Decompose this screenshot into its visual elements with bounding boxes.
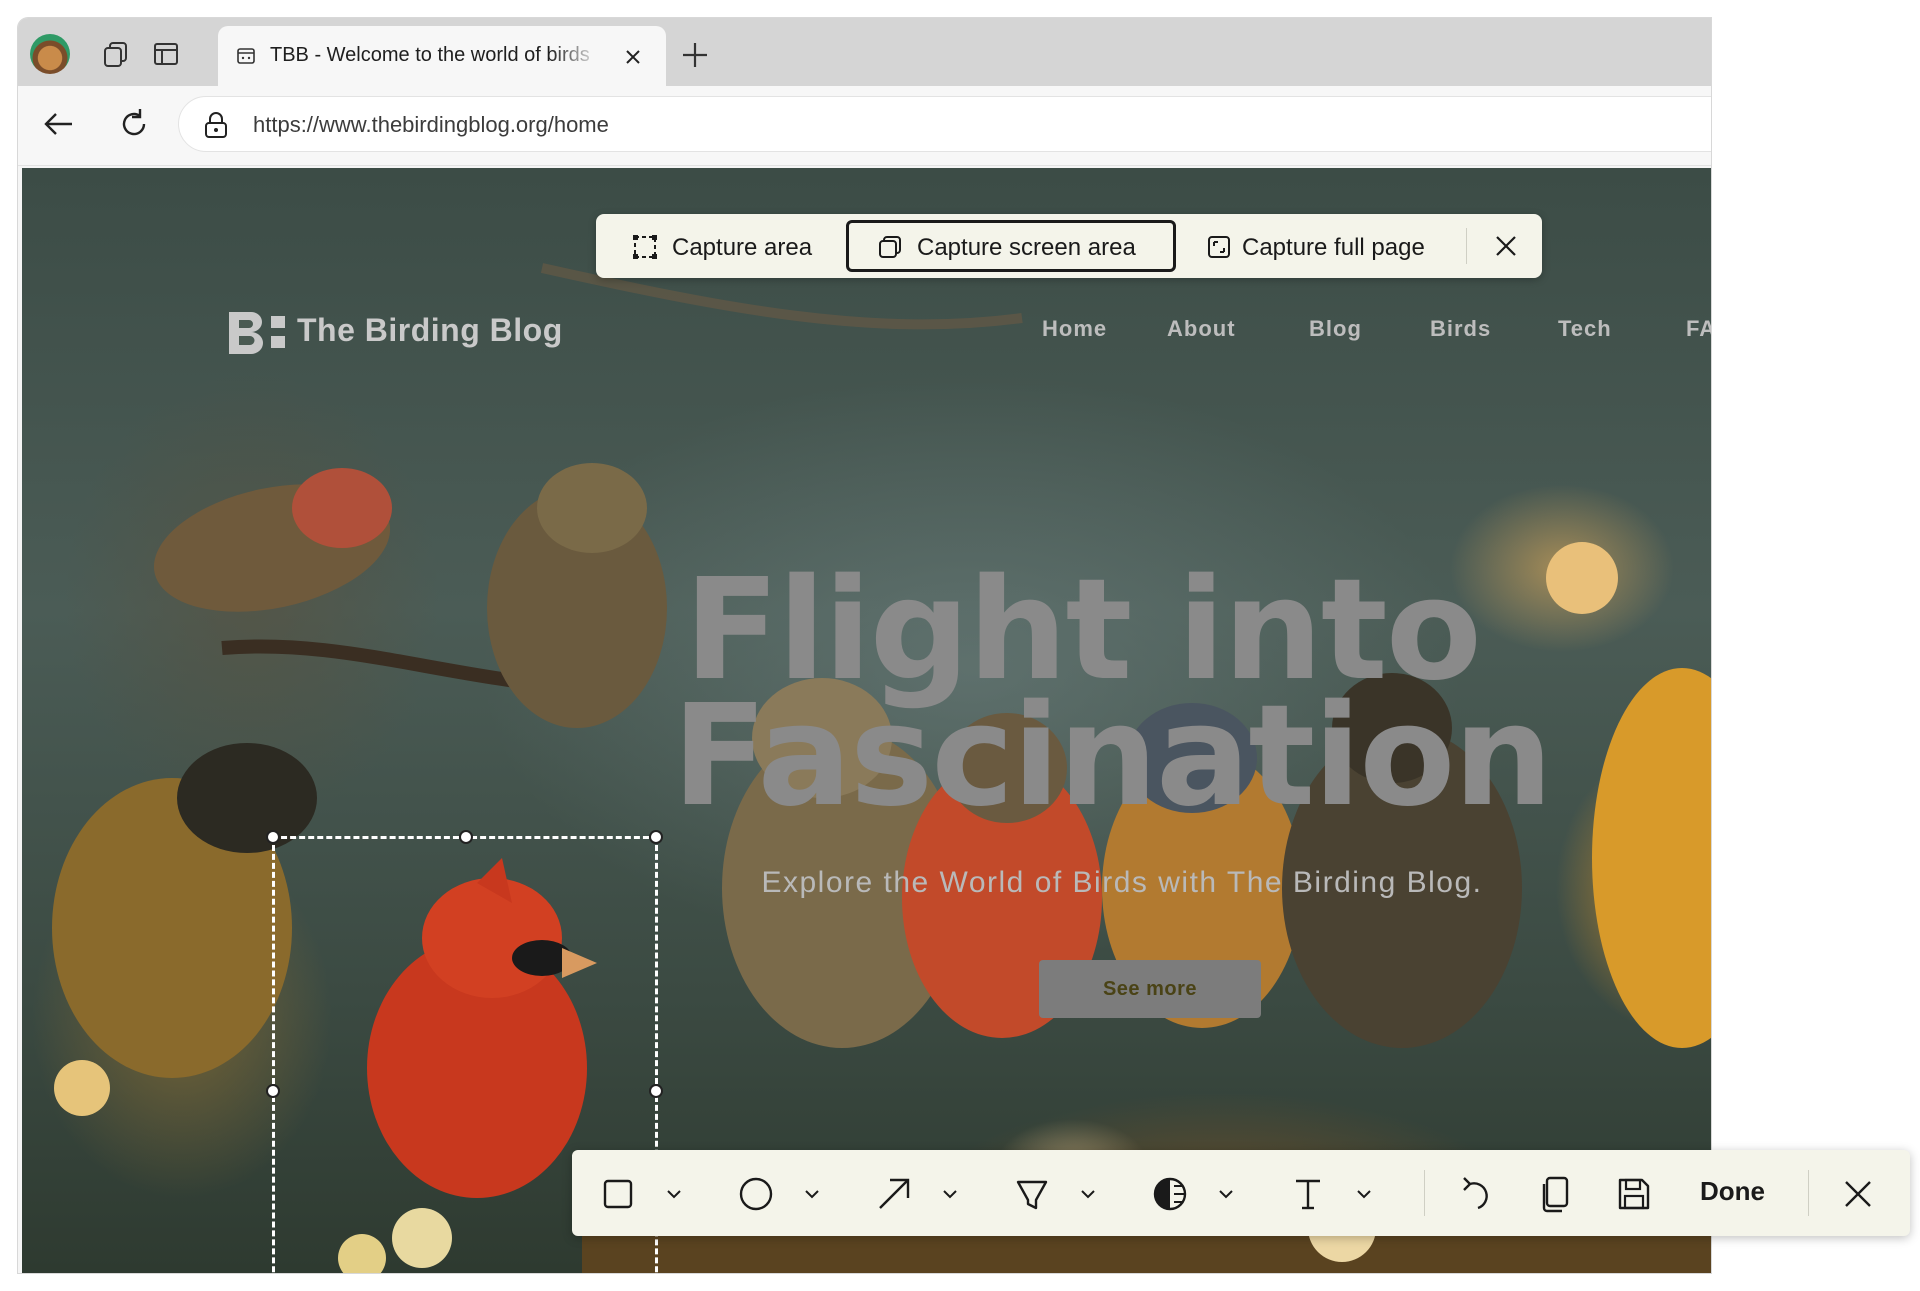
chevron-down-icon[interactable]	[1216, 1184, 1236, 1204]
tab-active[interactable]: TBB - Welcome to the world of birds	[218, 26, 666, 86]
save-icon[interactable]	[1612, 1172, 1656, 1216]
ellipse-icon[interactable]	[734, 1172, 778, 1216]
annotation-toolbar: Done	[572, 1150, 1910, 1236]
chevron-down-icon[interactable]	[802, 1184, 822, 1204]
capture-full-page-label: Capture full page	[1242, 234, 1425, 261]
new-tab-icon[interactable]	[680, 40, 710, 70]
capture-screen-area-icon	[879, 236, 901, 258]
chevron-down-icon[interactable]	[664, 1184, 684, 1204]
vertical-tabs-icon[interactable]	[152, 40, 180, 68]
lock-icon[interactable]	[203, 111, 229, 139]
hero-subtitle: Explore the World of Birds with The Bird…	[761, 866, 1483, 899]
capture-mode-toolbar: Capture area Capture screen area Capture…	[596, 214, 1542, 278]
resize-handle-right[interactable]	[649, 1084, 663, 1098]
resize-handle-top[interactable]	[459, 830, 473, 844]
back-arrow-icon[interactable]	[40, 106, 76, 142]
nav-fa[interactable]: FA	[1686, 316, 1711, 342]
collections-icon[interactable]	[102, 40, 130, 68]
nav-home[interactable]: Home	[1042, 316, 1107, 342]
capture-full-page-icon	[1208, 236, 1230, 258]
undo-icon[interactable]	[1456, 1172, 1500, 1216]
tab-strip: TBB - Welcome to the world of birds	[18, 18, 1711, 86]
close-icon[interactable]	[1836, 1172, 1880, 1216]
hero-title: Flight into Fascination	[672, 561, 1553, 838]
logo-text: The Birding Blog	[297, 312, 563, 348]
see-more-button[interactable]: See more	[1039, 960, 1261, 1018]
resize-handle-top-left[interactable]	[266, 830, 280, 844]
done-button[interactable]: Done	[1700, 1176, 1765, 1207]
page-favicon-icon	[237, 48, 255, 64]
chevron-down-icon[interactable]	[1078, 1184, 1098, 1204]
nav-birds[interactable]: Birds	[1430, 316, 1491, 342]
highlighter-icon[interactable]	[1010, 1172, 1054, 1216]
close-icon[interactable]	[1492, 232, 1520, 260]
page-viewport: The Birding Blog Home About Blog Birds T…	[22, 168, 1711, 1273]
blur-icon[interactable]	[1148, 1172, 1192, 1216]
capture-area-icon	[633, 235, 657, 259]
address-bar[interactable]: https://www.thebirdingblog.org/home	[178, 96, 1711, 152]
capture-area-button[interactable]: Capture area	[616, 220, 816, 272]
nav-blog[interactable]: Blog	[1309, 316, 1362, 342]
nav-about[interactable]: About	[1167, 316, 1236, 342]
nav-tech[interactable]: Tech	[1558, 316, 1612, 342]
chevron-down-icon[interactable]	[940, 1184, 960, 1204]
rectangle-icon[interactable]	[596, 1172, 640, 1216]
logo-mark-icon	[229, 312, 285, 354]
profile-avatar[interactable]	[30, 34, 70, 74]
capture-full-page-button[interactable]: Capture full page	[1196, 220, 1446, 272]
annotation-toolbar-divider	[1424, 1170, 1425, 1216]
copy-icon[interactable]	[1534, 1172, 1578, 1216]
capture-screen-area-label: Capture screen area	[917, 234, 1136, 261]
refresh-icon[interactable]	[116, 106, 152, 142]
capture-screen-area-button[interactable]: Capture screen area	[846, 220, 1176, 272]
resize-handle-top-right[interactable]	[649, 830, 663, 844]
annotation-toolbar-divider	[1808, 1170, 1809, 1216]
capture-toolbar-divider	[1466, 228, 1467, 264]
resize-handle-left[interactable]	[266, 1084, 280, 1098]
url-text[interactable]: https://www.thebirdingblog.org/home	[253, 112, 609, 138]
tab-title: TBB - Welcome to the world of birds	[270, 44, 590, 66]
hero-title-line2: Fascination	[672, 675, 1553, 838]
tab-close-icon[interactable]	[622, 46, 644, 68]
chevron-down-icon[interactable]	[1354, 1184, 1374, 1204]
arrow-icon[interactable]	[872, 1172, 916, 1216]
text-icon[interactable]	[1286, 1172, 1330, 1216]
navigation-toolbar: https://www.thebirdingblog.org/home	[18, 86, 1711, 166]
browser-window: TBB - Welcome to the world of birds http…	[18, 18, 1711, 1273]
site-logo[interactable]: The Birding Blog	[227, 308, 587, 358]
capture-area-label: Capture area	[672, 234, 813, 261]
